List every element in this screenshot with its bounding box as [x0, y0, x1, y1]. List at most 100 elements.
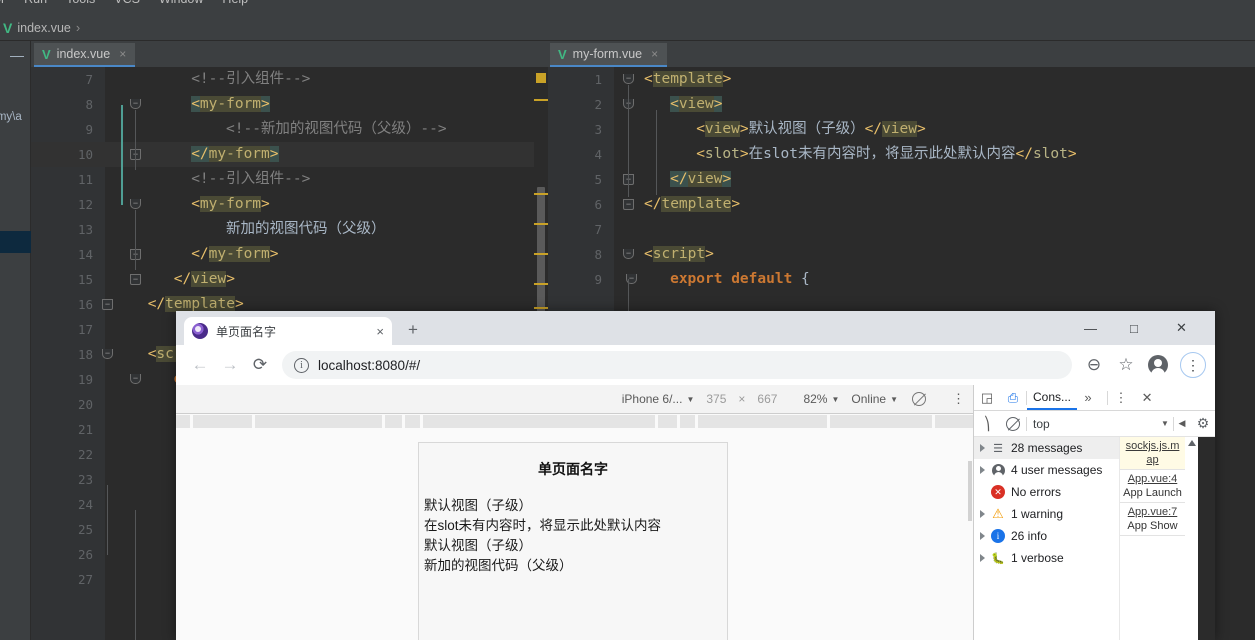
viewport-height-input[interactable]: 667 [751, 392, 783, 406]
code-line[interactable]: export default { [670, 267, 1255, 292]
project-path-fragment[interactable]: -my\a [0, 111, 22, 123]
bookmark-star-icon[interactable]: ☆ [1111, 350, 1141, 380]
browser-tab[interactable]: 单页面名字 × [184, 317, 392, 345]
throttling-selector[interactable]: Online ▼ [845, 392, 904, 406]
viewport-width-input[interactable]: 375 [700, 392, 732, 406]
chevron-down-icon[interactable]: ▼ [1157, 411, 1173, 437]
code-line[interactable]: <template> [644, 67, 1255, 92]
forward-button[interactable]: → [215, 350, 245, 380]
expand-arrow-icon[interactable] [980, 554, 985, 562]
console-summary-row[interactable]: ✕ No errors [974, 481, 1119, 503]
site-info-icon[interactable]: i [294, 357, 309, 373]
expand-arrow-icon[interactable] [980, 532, 985, 540]
address-bar[interactable]: i localhost:8080/#/ [282, 351, 1072, 379]
fold-toggle-icon[interactable]: − [130, 274, 141, 285]
collapse-all-button[interactable]: — [8, 46, 26, 64]
scroll-marker[interactable] [534, 253, 548, 255]
fold-toggle-icon[interactable]: − [130, 199, 141, 209]
code-line[interactable]: <slot>在slot未有内容时，将显示此处默认内容</slot> [696, 142, 1255, 167]
tab-my-form-vue[interactable]: V my-form.vue × [550, 43, 668, 67]
reload-button[interactable]: ⟳ [245, 350, 275, 380]
context-selector[interactable]: top [1033, 417, 1050, 431]
scroll-marker[interactable] [534, 283, 548, 285]
fold-toggle-icon[interactable]: − [102, 299, 113, 310]
device-selector[interactable]: iPhone 6/... ▼ [616, 392, 701, 406]
code-line[interactable]: </view> [174, 267, 548, 292]
scroll-up-icon[interactable] [1188, 440, 1196, 446]
menu-item-vcs[interactable]: VCS [114, 0, 140, 6]
menu-item-window[interactable]: Window [159, 0, 203, 6]
clear-console-icon[interactable] [1000, 411, 1026, 437]
code-line[interactable]: </view> [670, 167, 1255, 192]
code-line[interactable]: <!--引入组件--> [191, 167, 548, 192]
source-link[interactable]: sockjs.js.map [1123, 439, 1182, 467]
minimize-button[interactable]: — [1084, 311, 1097, 345]
new-tab-button[interactable]: + [408, 320, 418, 340]
zoom-selector[interactable]: 82% ▼ [797, 392, 845, 406]
devtools-close-icon[interactable]: ✕ [1134, 385, 1160, 411]
console-summary-row[interactable]: ☰ 28 messages [974, 437, 1119, 459]
devtools-kebab[interactable]: ⋮ [1108, 385, 1134, 411]
code-line[interactable]: <script> [644, 242, 1255, 267]
console-scrollbar[interactable] [1185, 437, 1198, 640]
more-tabs-icon[interactable]: » [1077, 385, 1099, 411]
tab-console[interactable]: Cons... [1027, 385, 1078, 410]
zoom-out-icon[interactable]: ⊖ [1079, 350, 1109, 380]
close-icon[interactable]: × [651, 47, 658, 61]
console-summary-row[interactable]: i 26 info [974, 525, 1119, 547]
expand-arrow-icon[interactable] [980, 444, 985, 452]
close-icon[interactable]: × [119, 47, 126, 61]
project-panel[interactable]: -my\a [0, 41, 31, 640]
profile-avatar[interactable] [1143, 350, 1173, 380]
code-line[interactable]: 新加的视图代码（父级） [226, 217, 548, 242]
breadcrumb-file[interactable]: index.vue [17, 21, 71, 35]
scroll-marker-box[interactable] [536, 73, 546, 83]
expand-arrow-icon[interactable] [980, 466, 985, 474]
gear-icon[interactable]: ⚙ [1190, 411, 1215, 437]
menu-item-run[interactable]: Run [24, 0, 47, 6]
console-summary-list[interactable]: ☰ 28 messages 4 user messages ✕ No errors ⚠ 1 … [974, 437, 1119, 640]
project-selected-row[interactable] [0, 231, 31, 253]
close-icon[interactable]: × [376, 324, 384, 339]
back-button[interactable]: ← [185, 350, 215, 380]
fold-toggle-icon[interactable]: − [623, 199, 634, 210]
code-line[interactable]: <view> [670, 92, 1255, 117]
maximize-button[interactable]: □ [1130, 311, 1138, 345]
console-summary-row[interactable]: 🐛 1 verbose [974, 547, 1119, 569]
chrome-menu-button[interactable]: ⋮ [1180, 352, 1206, 378]
console-summary-row[interactable]: 4 user messages [974, 459, 1119, 481]
filter-caret-icon[interactable]: ◀ [1174, 411, 1190, 437]
code-line[interactable]: <!--新加的视图代码（父级）--> [226, 117, 548, 142]
menu-item-help[interactable]: Help [222, 0, 248, 6]
sidebar-icon[interactable]: ⎞ [974, 411, 1000, 437]
fold-toggle-icon[interactable]: − [623, 74, 634, 84]
code-area-right[interactable]: 1 <template> 2 <view> 3 <view>默认视图（子级）</view>… [548, 67, 1255, 325]
scroll-marker[interactable] [534, 193, 548, 195]
scroll-marker[interactable] [534, 99, 548, 101]
fold-toggle-icon[interactable]: − [130, 374, 141, 384]
source-link[interactable]: App.vue:7 [1123, 505, 1182, 519]
page-viewport[interactable]: 单页面名字 默认视图（子级） 在slot未有内容时，将显示此处默认内容 默认视图… [176, 429, 973, 640]
tab-index-vue[interactable]: V index.vue × [34, 43, 136, 67]
code-line[interactable]: <view>默认视图（子级）</view> [696, 117, 1255, 142]
inspect-icon[interactable]: ◲ [974, 385, 1000, 411]
editor-my-form-vue[interactable]: 1 <template> 2 <view> 3 <view>默认视图（子级）</view>… [548, 67, 1255, 325]
code-line[interactable]: <my-form> [191, 92, 548, 117]
code-line[interactable]: </template> [644, 192, 1255, 217]
rotate-icon[interactable] [912, 392, 926, 406]
code-line[interactable]: <my-form> [191, 192, 548, 217]
fold-toggle-icon[interactable]: − [102, 349, 113, 359]
code-line[interactable]: <!--引入组件--> [191, 67, 548, 92]
device-toggle-icon[interactable]: ⎙ [1000, 385, 1026, 411]
expand-arrow-icon[interactable] [980, 510, 985, 518]
console-summary-row[interactable]: ⚠ 1 warning [974, 503, 1119, 525]
close-window-button[interactable]: ✕ [1176, 311, 1187, 345]
scroll-marker[interactable] [534, 223, 548, 225]
fold-toggle-icon[interactable]: − [130, 99, 141, 109]
code-line[interactable]: </my-form> [191, 142, 548, 167]
url-text[interactable]: localhost:8080/#/ [318, 358, 420, 373]
menu-item-tools[interactable]: Tools [66, 0, 95, 6]
scroll-marker[interactable] [534, 307, 548, 309]
source-link[interactable]: App.vue:4 [1123, 472, 1182, 486]
code-line[interactable]: </my-form> [191, 242, 548, 267]
